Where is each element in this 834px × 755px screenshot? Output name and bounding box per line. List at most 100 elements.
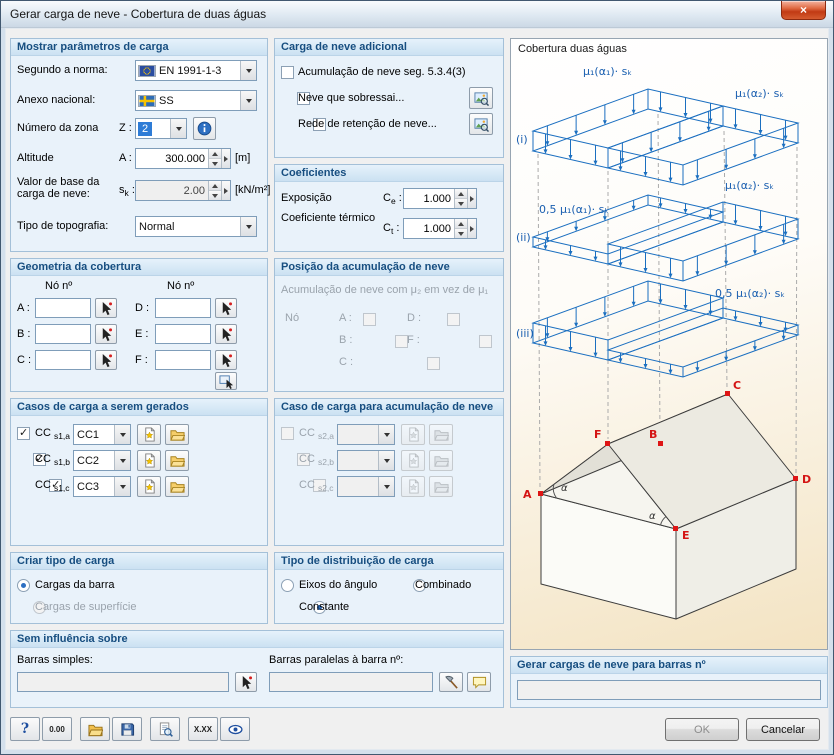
new-loadcase-button[interactable]	[137, 424, 161, 445]
new-loadcase-button[interactable]	[137, 476, 161, 497]
dropdown-arrow-icon[interactable]	[240, 91, 256, 110]
bar-loads-label[interactable]: Cargas da barra	[35, 579, 115, 591]
comment-button[interactable]	[467, 672, 491, 692]
pick-single-bars-button[interactable]	[235, 672, 257, 692]
dropdown-arrow-icon[interactable]	[240, 61, 256, 80]
node-d-label: D :	[135, 302, 150, 314]
overhang-label[interactable]: Neve que sobressai...	[298, 92, 404, 104]
altitude-input[interactable]	[136, 149, 208, 168]
node-c-input[interactable]	[35, 350, 91, 370]
pick-cursor-icon	[99, 301, 114, 316]
snow-fence-label[interactable]: Rede de retenção de neve...	[298, 118, 437, 130]
svg-text:(ii): (ii)	[516, 231, 531, 244]
node-f-input[interactable]	[155, 350, 211, 370]
zone-info-button[interactable]	[193, 117, 216, 140]
open-button[interactable]	[80, 717, 110, 741]
base-value-input[interactable]	[136, 181, 208, 200]
edit-loadcase-button[interactable]	[165, 450, 189, 471]
dropdown-arrow-icon[interactable]	[170, 119, 186, 138]
accum-node-f-checkbox[interactable]	[479, 335, 493, 348]
units-button[interactable]: 0.00	[42, 717, 72, 741]
node-d-input[interactable]	[155, 298, 211, 318]
pick-node-c-button[interactable]	[95, 350, 117, 370]
thermal-input[interactable]	[404, 219, 454, 238]
node-column-header-left: Nó nº	[45, 280, 73, 292]
lc-s1b-select[interactable]: CC2	[73, 450, 131, 471]
spinner-detail-button[interactable]	[467, 189, 476, 208]
node-e-input[interactable]	[155, 324, 211, 344]
new-loadcase-button	[401, 450, 425, 471]
preview-report-button[interactable]	[150, 717, 180, 741]
spinner-detail-button[interactable]	[221, 149, 230, 168]
single-bars-input[interactable]	[17, 672, 229, 692]
zone-select[interactable]: 2	[135, 118, 187, 139]
new-loadcase-button	[401, 424, 425, 445]
accum-node-c-checkbox[interactable]	[427, 357, 441, 370]
node-a-input[interactable]	[35, 298, 91, 318]
section-accumulation-load-cases: Caso de carga para acumulação de neve CC…	[274, 398, 504, 546]
dropdown-arrow-icon[interactable]	[114, 425, 130, 444]
pick-node-d-button[interactable]	[215, 298, 237, 318]
dropdown-arrow-icon[interactable]	[114, 477, 130, 496]
lc-s2a-select	[337, 424, 395, 445]
close-button[interactable]: ×	[781, 1, 826, 20]
node-b-input[interactable]	[35, 324, 91, 344]
altitude-spinner	[135, 148, 231, 169]
accumulation-label[interactable]: Acumulação de neve seg. 5.3.4(3)	[298, 66, 466, 78]
help-button[interactable]: ?	[10, 717, 40, 741]
lc-s1b-label[interactable]: CC s1,b	[35, 453, 70, 467]
angle-axes-radio[interactable]	[281, 579, 294, 592]
lc-s1a-select[interactable]: CC1	[73, 424, 131, 445]
lc-s2a-checkbox[interactable]	[281, 427, 294, 440]
combined-label[interactable]: Combinado	[415, 579, 471, 591]
ok-button[interactable]: OK	[665, 718, 739, 741]
pick-node-e-button[interactable]	[215, 324, 237, 344]
pick-cursor-icon	[99, 327, 114, 342]
pick-all-nodes-button[interactable]	[215, 372, 237, 390]
snow-fence-image-button[interactable]	[469, 113, 493, 135]
new-loadcase-icon	[142, 453, 157, 468]
dropdown-arrow-icon[interactable]	[114, 451, 130, 470]
overhang-image-button[interactable]	[469, 87, 493, 109]
angle-axes-label[interactable]: Eixos do ângulo	[299, 579, 377, 591]
accum-node-a-checkbox[interactable]	[363, 313, 376, 326]
new-loadcase-button	[401, 476, 425, 497]
norm-select[interactable]: EN 1991-1-3	[135, 60, 257, 81]
lc-s1a-label[interactable]: CC s1,a	[35, 427, 70, 441]
pick-node-b-button[interactable]	[95, 324, 117, 344]
pick-node-a-button[interactable]	[95, 298, 117, 318]
exposure-input[interactable]	[404, 189, 454, 208]
titlebar[interactable]: Gerar carga de neve - Cobertura de duas …	[1, 1, 833, 28]
lc-s1c-select[interactable]: CC3	[73, 476, 131, 497]
edit-loadcase-button[interactable]	[165, 424, 189, 445]
decimal-places-button[interactable]: X.XX	[188, 717, 218, 741]
pick-parallel-bars-button[interactable]	[439, 672, 463, 692]
accumulation-checkbox[interactable]	[281, 66, 294, 79]
eye-icon	[228, 722, 243, 737]
annex-select[interactable]: SS	[135, 90, 257, 111]
constant-label[interactable]: Constante	[299, 601, 349, 613]
spinner-up-down[interactable]	[454, 189, 467, 208]
spinner-up-down[interactable]	[208, 149, 221, 168]
roof-preview-panel: Cobertura duas águas (i) μ₁(α₁)· sₖ μ₁(α…	[510, 38, 828, 650]
accum-node-d-checkbox[interactable]	[447, 313, 461, 326]
edit-loadcase-button[interactable]	[165, 476, 189, 497]
lc-s1a-checkbox[interactable]	[17, 426, 30, 440]
pick-node-f-button[interactable]	[215, 350, 237, 370]
topology-select[interactable]: Normal	[135, 216, 257, 237]
lc-s1c-label[interactable]: CC s1,c	[35, 479, 70, 493]
cancel-button[interactable]: Cancelar	[746, 718, 820, 741]
generate-bars-input[interactable]	[517, 680, 821, 700]
spinner-detail-button[interactable]	[467, 219, 476, 238]
save-button[interactable]	[112, 717, 142, 741]
bar-loads-radio[interactable]	[17, 579, 30, 592]
base-value-symbol: sk :	[119, 184, 135, 198]
new-loadcase-button[interactable]	[137, 450, 161, 471]
dropdown-arrow-icon[interactable]	[240, 217, 256, 236]
display-properties-button[interactable]	[220, 717, 250, 741]
svg-text:C: C	[733, 379, 741, 392]
spinner-up-down[interactable]	[454, 219, 467, 238]
parallel-bars-input[interactable]	[269, 672, 433, 692]
svg-text:A: A	[523, 488, 532, 501]
spinner-detail-button	[221, 181, 230, 200]
